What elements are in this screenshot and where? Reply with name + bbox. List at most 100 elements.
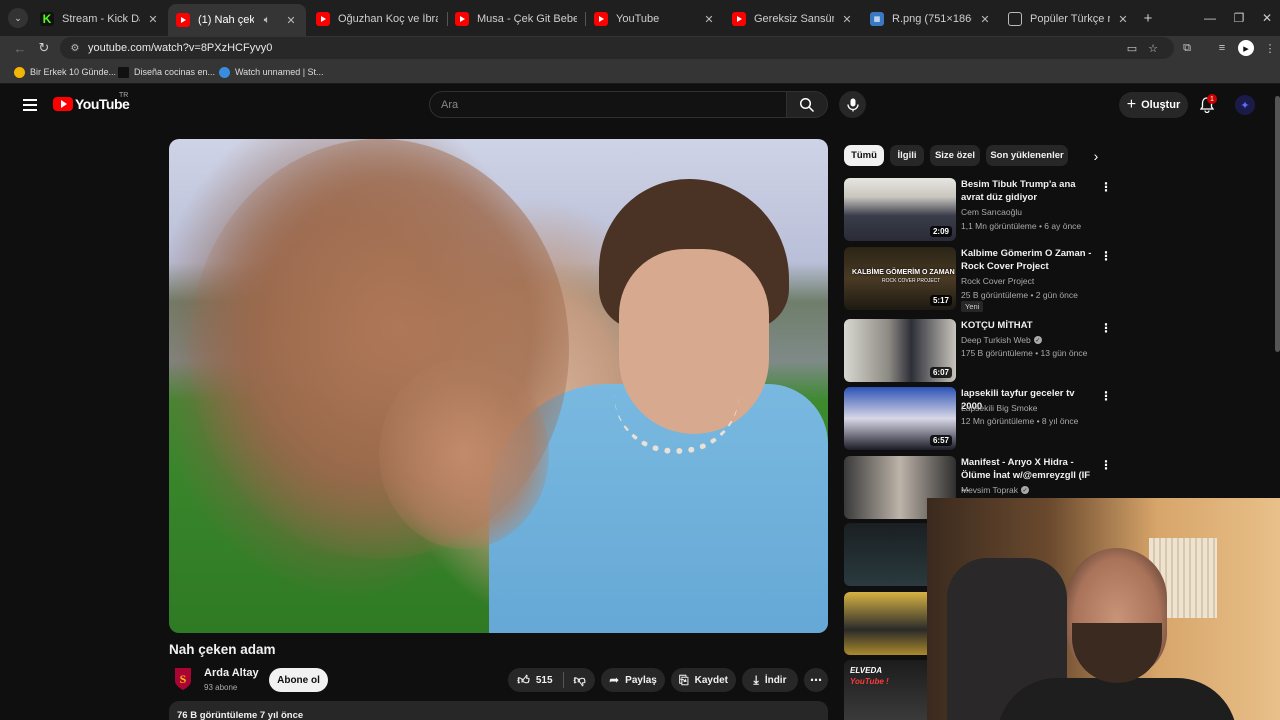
youtube-icon — [316, 12, 330, 26]
restore-icon[interactable]: ❐ — [1231, 10, 1247, 26]
kebab-menu-icon[interactable]: ⋮ — [1100, 180, 1112, 194]
bookmark-favicon-icon — [118, 66, 129, 78]
tab-title: (1) Nah çeken adam — [198, 14, 254, 26]
chip-recently-uploaded[interactable]: Son yüklenenler — [986, 145, 1068, 166]
channel-name[interactable]: Arda Altay — [204, 667, 259, 679]
video-thumbnail[interactable]: ELVEDA YouTube ! — [844, 660, 927, 720]
kebab-menu-icon[interactable]: ⋮ — [1100, 249, 1112, 263]
back-arrow-icon[interactable]: ← — [11, 39, 29, 57]
like-button[interactable]: 👍︎ 515 — [517, 673, 552, 688]
thumbnail-subtext: ROCK COVER PROJECT — [882, 278, 941, 284]
video-thumbnail[interactable]: 2:09 — [844, 178, 956, 241]
video-thumbnail[interactable] — [844, 592, 927, 655]
chip-all[interactable]: Tümü — [844, 145, 884, 166]
profile-icon[interactable]: ▸ — [1238, 40, 1254, 56]
video-thumbnail[interactable]: 6:57 — [844, 387, 956, 450]
browser-tab[interactable]: Gereksiz Sansürlü Şarkılar ✕ — [724, 6, 862, 32]
browser-tab[interactable]: YouTube ✕ — [586, 6, 724, 32]
address-bar[interactable]: ⚙ youtube.com/watch?v=8PXzHCFyvy0 — [60, 37, 1174, 59]
duration-badge: 2:09 — [929, 226, 952, 237]
browser-toolbar: ← ↻ ⚙ youtube.com/watch?v=8PXzHCFyvy0 ▭ … — [0, 36, 1280, 60]
new-tab-icon[interactable]: + — [1140, 10, 1156, 27]
bookmarks-bar: Bir Erkek 10 Günde... Diseña cocinas en.… — [0, 60, 1280, 84]
browser-tab[interactable]: Popüler Türkçe rap şarkıla ✕ — [1000, 6, 1138, 32]
bookmark-label: Diseña cocinas en... — [134, 67, 216, 77]
like-count: 515 — [535, 674, 553, 686]
save-button[interactable]: ⎘ Kaydet — [671, 668, 736, 692]
close-tab-icon[interactable]: ✕ — [978, 12, 992, 26]
site-info-icon[interactable]: ⚙ — [68, 41, 82, 55]
browser-tab[interactable]: K Stream - Kick Dashboard ✕ — [32, 6, 168, 32]
close-tab-icon[interactable]: ✕ — [146, 12, 160, 26]
channel-name[interactable]: Rock Cover Project — [961, 276, 1034, 286]
youtube-icon — [176, 13, 190, 27]
more-options-icon[interactable]: ⋮ — [1262, 40, 1278, 56]
account-avatar[interactable]: ✦ — [1235, 95, 1255, 115]
video-thumbnail[interactable]: 6:07 — [844, 319, 956, 382]
close-tab-icon[interactable]: ✕ — [702, 12, 716, 26]
create-button[interactable]: + Oluştur — [1119, 92, 1188, 118]
kebab-menu-icon[interactable]: ⋮ — [1100, 321, 1112, 335]
more-actions-button[interactable]: ⋯ — [804, 668, 828, 692]
description-box[interactable]: 76 B görüntüleme 7 yıl önce — [169, 701, 828, 720]
bookmark-item[interactable]: Diseña cocinas en... — [118, 65, 215, 79]
channel-name[interactable]: Deep Turkish Web ✓ — [961, 335, 1042, 345]
video-title[interactable]: KOTÇU MİTHAT — [961, 319, 1095, 332]
duration-badge: 6:57 — [929, 435, 952, 446]
minimize-icon[interactable]: — — [1202, 10, 1218, 26]
kebab-menu-icon[interactable]: ⋮ — [1100, 458, 1112, 472]
page-scrollbar[interactable] — [1275, 96, 1280, 352]
browser-tab[interactable]: Oğuzhan Koç ve İbrahim — [308, 6, 446, 32]
recommended-video[interactable]: 2:09 Besim Tibuk Trump'a ana avrat düz g… — [844, 178, 1114, 242]
browser-tab-strip: ⌄ K Stream - Kick Dashboard ✕ (1) Nah çe… — [0, 0, 1280, 36]
speaker-icon[interactable]: 🔈︎ — [260, 13, 274, 27]
video-player[interactable] — [169, 139, 828, 633]
close-window-icon[interactable]: ✕ — [1259, 10, 1275, 26]
duration-badge: 5:17 — [929, 295, 952, 306]
video-title[interactable]: Besim Tibuk Trump'a ana avrat düz gidiyo… — [961, 178, 1095, 204]
tab-title: Musa - Çek Git Bebeğim — [477, 13, 577, 25]
media-controls-icon[interactable]: ≡ — [1214, 40, 1230, 56]
youtube-logo[interactable]: YouTube TR — [53, 92, 130, 112]
chip-related[interactable]: İlgili — [890, 145, 924, 166]
search-button[interactable] — [786, 91, 828, 118]
voice-search-button[interactable] — [839, 91, 866, 118]
chevron-right-icon[interactable]: › — [1086, 146, 1106, 166]
kebab-menu-icon[interactable]: ⋮ — [1100, 389, 1112, 403]
channel-name[interactable]: Mevsim Toprak ✓ — [961, 485, 1029, 495]
download-button[interactable]: ⤓ İndir — [742, 668, 798, 692]
hamburger-menu-icon[interactable] — [18, 93, 42, 117]
dislike-button[interactable]: 👎︎ — [574, 673, 586, 688]
duration-badge: 6:07 — [929, 367, 952, 378]
video-title[interactable]: Kalbime Gömerim O Zaman - Rock Cover Pro… — [961, 247, 1095, 273]
bookmark-star-icon[interactable]: ☆ — [1145, 40, 1161, 56]
subscribe-button[interactable]: Abone ol — [269, 668, 328, 692]
bookmark-item[interactable]: Watch unnamed | St... — [219, 65, 324, 79]
tab-title: YouTube — [616, 13, 660, 25]
bookmark-item[interactable]: Bir Erkek 10 Günde... — [14, 65, 116, 79]
recommended-video[interactable]: 6:57 lapsekili tayfur geceler tv 2000 La… — [844, 387, 1114, 451]
channel-avatar[interactable]: S — [173, 667, 193, 691]
microphone-icon — [846, 98, 859, 111]
close-tab-icon[interactable]: ✕ — [1116, 12, 1130, 26]
share-button[interactable]: ➦ Paylaş — [601, 668, 665, 692]
browser-tab[interactable]: ▦ R.png (751×1866) ✕ — [862, 6, 1000, 32]
extensions-icon[interactable]: ⧉ — [1179, 40, 1195, 56]
cast-icon[interactable]: ▭ — [1124, 40, 1140, 56]
youtube-icon — [455, 12, 469, 26]
video-thumbnail[interactable] — [844, 523, 927, 586]
reload-icon[interactable]: ↻ — [35, 39, 53, 57]
search-input[interactable] — [441, 98, 786, 111]
video-thumbnail[interactable]: KALBİME GÖMERİM O ZAMAN ROCK COVER PROJE… — [844, 247, 956, 310]
close-tab-icon[interactable]: ✕ — [840, 12, 854, 26]
close-tab-icon[interactable]: ✕ — [284, 13, 298, 27]
channel-name[interactable]: Lapsekili Big Smoke — [961, 403, 1038, 413]
recommended-video[interactable]: KALBİME GÖMERİM O ZAMAN ROCK COVER PROJE… — [844, 247, 1114, 312]
chevron-down-icon: ⌄ — [14, 12, 22, 23]
tab-search-button[interactable]: ⌄ — [8, 8, 28, 28]
chip-for-you[interactable]: Size özel — [930, 145, 980, 166]
recommended-video[interactable]: 6:07 KOTÇU MİTHAT Deep Turkish Web ✓ 175 … — [844, 319, 1114, 383]
browser-tab[interactable]: Musa - Çek Git Bebeğim — [447, 6, 585, 32]
browser-tab-active[interactable]: (1) Nah çeken adam 🔈︎ ✕ — [168, 4, 306, 36]
channel-name[interactable]: Cem Sarıcaoğlu — [961, 207, 1022, 217]
